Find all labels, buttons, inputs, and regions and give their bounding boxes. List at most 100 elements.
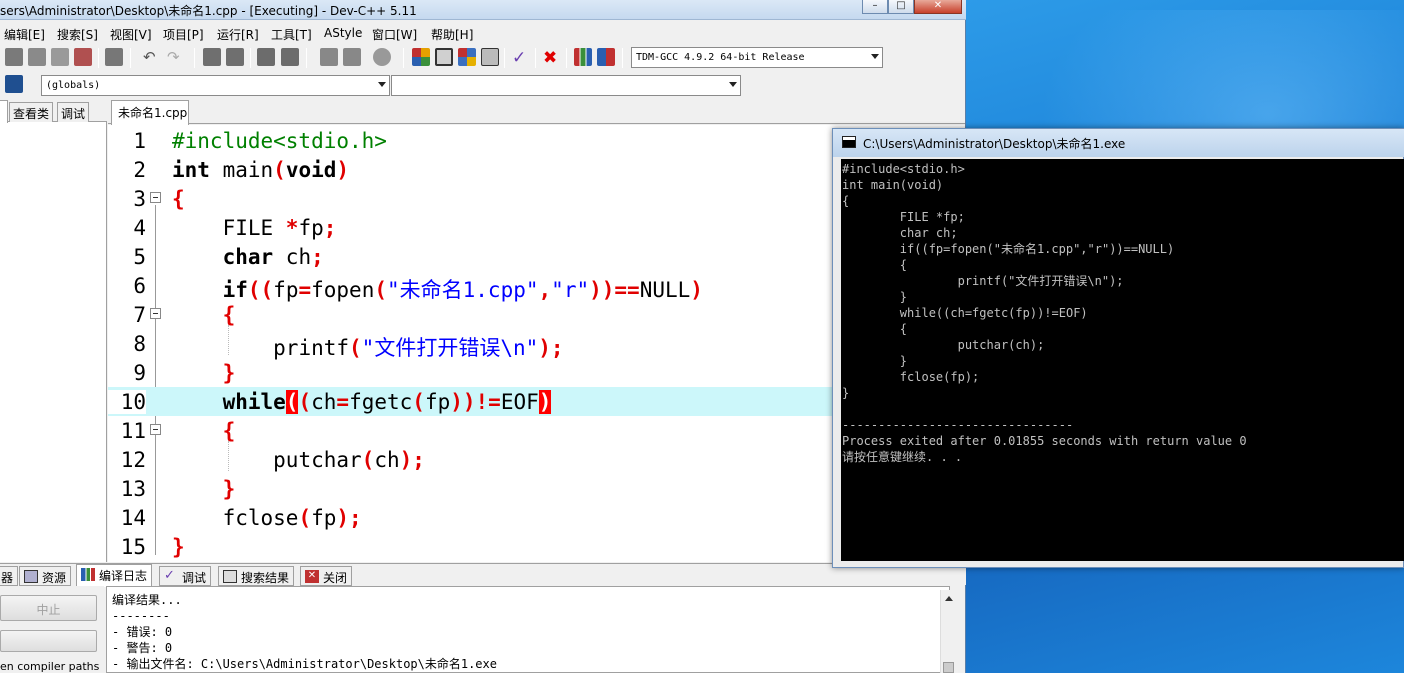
open-project-icon[interactable]: [343, 48, 361, 66]
code-token: (: [412, 390, 425, 414]
menu-run[interactable]: 运行[R]: [217, 26, 259, 43]
menu-window[interactable]: 窗口[W]: [372, 26, 417, 43]
tab-resources-label: 资源: [42, 571, 67, 585]
tab-file[interactable]: 未命名1.cpp: [111, 100, 189, 125]
matched-bracket: (: [285, 390, 299, 414]
tab-close[interactable]: ✕ 关闭: [300, 566, 353, 586]
code-token: fp: [298, 216, 324, 240]
minimize-button[interactable]: –: [862, 0, 888, 14]
code-token: ))!=: [450, 390, 501, 414]
tab-resources[interactable]: 资源: [19, 566, 72, 586]
menu-search[interactable]: 搜索[S]: [57, 26, 98, 43]
code-token: );: [399, 448, 425, 472]
toolbar-separator: [403, 48, 404, 68]
tab-project[interactable]: [0, 100, 8, 123]
console-titlebar[interactable]: C:\Users\Administrator\Desktop\未命名1.exe: [833, 129, 1404, 157]
save-icon[interactable]: [5, 48, 23, 66]
redo-icon[interactable]: ↷: [167, 48, 185, 66]
code-token: {: [222, 303, 236, 327]
code-token: EOF: [500, 390, 539, 414]
line-number: 15: [120, 535, 146, 559]
maximize-button[interactable]: □: [888, 0, 914, 14]
code-token: );: [336, 506, 362, 530]
find-icon[interactable]: [203, 48, 221, 66]
code-token: FILE: [172, 216, 286, 240]
chevron-down-icon: [871, 54, 879, 59]
window-icon[interactable]: [435, 48, 453, 66]
left-panel: 查看类 调试: [0, 100, 107, 562]
code-token: }: [222, 477, 236, 501]
line-number: 2: [133, 158, 146, 182]
toolbar-separator: [622, 48, 623, 68]
layout-icon[interactable]: [412, 48, 430, 66]
tab-compiler[interactable]: 器: [0, 566, 19, 586]
code-token: "未命名1.cpp": [387, 278, 539, 302]
tab-compile-log-label: 编译日志: [99, 569, 148, 583]
close-button[interactable]: ✕: [914, 0, 962, 14]
chevron-down-icon: [378, 82, 386, 87]
code-token: ))==: [589, 278, 640, 302]
goto-line-icon[interactable]: [257, 48, 275, 66]
indent-guide: [228, 441, 229, 471]
code-token: ;: [311, 245, 324, 269]
scroll-up-icon[interactable]: [945, 596, 953, 601]
tab-debug-bottom[interactable]: ✓ 调试: [159, 566, 212, 586]
tile-icon[interactable]: [481, 48, 499, 66]
line-number: 7: [133, 303, 146, 327]
code-token: int: [172, 158, 210, 182]
tab-compile-log[interactable]: 编译日志: [76, 564, 153, 587]
save-all-icon[interactable]: [28, 48, 46, 66]
compiler-paths-label[interactable]: en compiler paths: [0, 660, 99, 673]
toolbar-separator: [566, 48, 567, 68]
line-number: 11: [120, 419, 146, 443]
scroll-thumb[interactable]: [943, 662, 954, 673]
close-all-icon[interactable]: [74, 48, 92, 66]
code-token: *: [285, 216, 299, 240]
close-file-icon[interactable]: [51, 48, 69, 66]
scope-select[interactable]: (globals): [41, 75, 390, 96]
tab-classes[interactable]: 查看类: [9, 102, 54, 122]
new-project-icon[interactable]: [320, 48, 338, 66]
menu-astyle[interactable]: AStyle: [324, 26, 362, 40]
grid-icon[interactable]: [458, 48, 476, 66]
toolbar-separator: [98, 48, 99, 68]
code-token: #include<stdio.h>: [172, 129, 387, 153]
compile-check-icon[interactable]: ✓: [512, 48, 530, 68]
tab-search-results[interactable]: 搜索结果: [218, 566, 295, 586]
code-token: =: [298, 278, 312, 302]
abort-button[interactable]: 中止: [0, 595, 97, 621]
fold-toggle-icon[interactable]: [150, 424, 161, 435]
replace-icon[interactable]: [226, 48, 244, 66]
code-token: fp: [424, 390, 451, 414]
compile-log[interactable]: 编译结果... -------- - 错误: 0 - 警告: 0 - 输出文件名…: [106, 586, 950, 673]
console-output[interactable]: #include<stdio.h> int main(void) { FILE …: [841, 159, 1404, 561]
indent-icon[interactable]: [281, 48, 299, 66]
tab-debug[interactable]: 调试: [57, 102, 90, 122]
toolbar-separator: [130, 48, 131, 68]
menu-edit[interactable]: 编辑[E]: [4, 26, 45, 43]
log-scrollbar[interactable]: [940, 590, 956, 673]
project-options-icon[interactable]: [373, 48, 391, 66]
compiler-select[interactable]: TDM-GCC 4.9.2 64-bit Release: [631, 47, 883, 68]
delete-profile-icon[interactable]: [597, 48, 615, 66]
progress-bar: [0, 630, 97, 652]
menu-tools[interactable]: 工具[T]: [271, 26, 312, 43]
toolbar-separator: [535, 48, 536, 68]
stop-icon[interactable]: ✖: [543, 48, 561, 68]
code-token: ((: [247, 278, 274, 302]
menu-project[interactable]: 项目[P]: [163, 26, 204, 43]
member-select[interactable]: [391, 75, 741, 96]
menu-view[interactable]: 视图[V]: [110, 26, 152, 43]
code-token: (: [298, 390, 312, 414]
undo-icon[interactable]: ↶: [143, 48, 161, 66]
menu-help[interactable]: 帮助[H]: [431, 26, 473, 43]
print-icon[interactable]: [105, 48, 123, 66]
toolbar-separator: [306, 48, 307, 68]
fold-toggle-icon[interactable]: [150, 192, 161, 203]
ide-titlebar[interactable]: sers\Administrator\Desktop\未命名1.cpp - [E…: [0, 0, 966, 20]
close-icon: ✕: [305, 570, 319, 583]
fold-toggle-icon[interactable]: [150, 308, 161, 319]
class-browser-icon[interactable]: [5, 75, 23, 93]
profile-chart-icon[interactable]: [574, 48, 592, 66]
resources-icon: [24, 570, 38, 583]
